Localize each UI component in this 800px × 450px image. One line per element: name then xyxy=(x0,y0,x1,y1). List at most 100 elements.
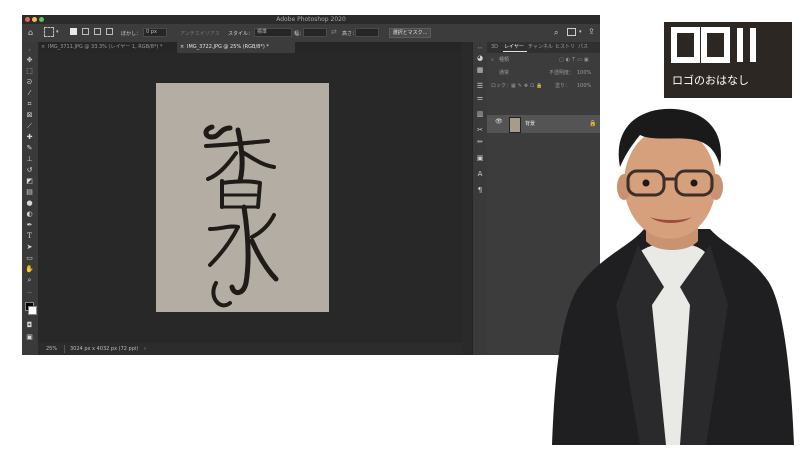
presenter-illustration xyxy=(552,108,794,445)
healing-icon[interactable]: ✚ xyxy=(25,133,34,141)
tab-history[interactable]: ヒストリ xyxy=(555,42,575,53)
blur-icon[interactable]: ● xyxy=(25,199,34,207)
share-icon[interactable]: ⇪ xyxy=(588,27,595,36)
maximize-window-button[interactable] xyxy=(39,17,44,22)
options-bar: ⌂ ▾ ぼかし： 0 px アンチエイリアス スタイル： 標準 幅： ⇄ 高さ：… xyxy=(22,24,600,43)
eye-icon[interactable]: 👁 xyxy=(495,118,503,125)
type-icon[interactable]: T xyxy=(25,232,34,240)
layer-name[interactable]: 背景 xyxy=(525,115,535,133)
style-label: スタイル： xyxy=(228,31,254,37)
status-divider xyxy=(64,345,65,353)
app-title: Adobe Photoshop 2020 xyxy=(276,16,346,23)
tool-presets-icon[interactable]: ✂ xyxy=(476,126,484,134)
lasso-icon[interactable]: ᘐ xyxy=(25,78,34,86)
status-menu-arrow[interactable]: › xyxy=(144,343,146,355)
photoshop-window: Adobe Photoshop 2020 ⌂ ▾ ぼかし： 0 px アンチエイ… xyxy=(22,15,600,355)
feather-input[interactable]: 0 px xyxy=(143,28,167,37)
workspace-icon[interactable] xyxy=(567,28,576,36)
tab-label: IMG_3722.JPG @ 25% (RGB/8*) * xyxy=(187,44,269,50)
status-bar: 25% 3024 px x 4032 px (72 ppi) › xyxy=(38,343,462,355)
lock-row: ロック： ▦✎✥⊡🔒 塗り： 100% xyxy=(489,82,598,91)
swap-icon[interactable]: ⇄ xyxy=(331,28,337,36)
intersect-selection-icon[interactable] xyxy=(106,28,113,35)
tab-img-3722[interactable]: × IMG_3722.JPG @ 25% (RGB/8*) * xyxy=(177,42,295,53)
fill-value[interactable]: 100% xyxy=(577,82,591,91)
paragraph-icon[interactable]: ¶ xyxy=(476,186,484,194)
blend-mode-select[interactable]: 通常 xyxy=(499,69,509,78)
layer-thumbnail xyxy=(509,117,521,133)
dodge-icon[interactable]: ◐ xyxy=(25,210,34,218)
kind-filter-select[interactable]: 種類 xyxy=(499,56,509,65)
fill-label: 塗り： xyxy=(555,83,571,89)
quick-mask-icon[interactable]: ◘ xyxy=(25,321,34,329)
zoom-icon[interactable]: ⌕ xyxy=(25,276,34,284)
marquee-icon[interactable]: ⬚ xyxy=(25,67,34,75)
style-select[interactable]: 標準 xyxy=(254,28,292,37)
collapsed-panels: «« ◕ ▦ ☰ ⚌ ▥ ✂ ✏ ▣ A ¶ xyxy=(472,42,488,355)
swatches-icon[interactable]: ▦ xyxy=(476,66,484,74)
lock-label: ロック： xyxy=(491,83,512,89)
canvas-area[interactable]: 香水 xyxy=(38,53,462,343)
tab-img-3711[interactable]: × IMG_3711.JPG @ 33.3% (レイヤー 1, RGB/8*) … xyxy=(38,42,176,53)
brush-icon[interactable]: ✎ xyxy=(25,144,34,152)
tab-3d[interactable]: 3D xyxy=(491,42,498,53)
tab-channels[interactable]: チャンネル xyxy=(528,42,553,53)
close-window-button[interactable] xyxy=(25,17,30,22)
minimize-window-button[interactable] xyxy=(32,17,37,22)
add-selection-icon[interactable] xyxy=(82,28,89,35)
eraser-icon[interactable]: ◩ xyxy=(25,177,34,185)
height-input[interactable] xyxy=(355,28,379,37)
magic-wand-icon[interactable]: ⁄ xyxy=(25,89,34,97)
tab-paths[interactable]: パス xyxy=(578,42,588,53)
character-icon[interactable]: A xyxy=(476,170,484,178)
tab-label: IMG_3711.JPG @ 33.3% (レイヤー 1, RGB/8*) * xyxy=(48,44,163,50)
subtract-selection-icon[interactable] xyxy=(94,28,101,35)
panel-tabs: 3D レイヤー チャンネル ヒストリ パス xyxy=(487,42,600,53)
color-panel-icon[interactable]: ◕ xyxy=(476,54,484,62)
layer-filter-row: ⌕ 種類 ▢◐T▭▣ xyxy=(489,56,598,65)
new-selection-icon[interactable] xyxy=(70,28,77,35)
eyedropper-icon[interactable]: ⟋ xyxy=(25,122,34,130)
libraries-icon[interactable]: ▥ xyxy=(476,110,484,118)
expand-panels-icon[interactable]: «« xyxy=(476,44,484,52)
brushes-icon[interactable]: ✏ xyxy=(476,138,484,146)
adjustments-icon[interactable]: ⚌ xyxy=(476,94,484,102)
opacity-value[interactable]: 100% xyxy=(577,69,591,78)
close-icon[interactable]: × xyxy=(180,42,184,53)
move-tool-icon[interactable]: ✥ xyxy=(25,56,34,64)
workspace-chevron-icon[interactable]: ▾ xyxy=(579,29,582,35)
properties-icon[interactable]: ☰ xyxy=(476,82,484,90)
antialias-checkbox-label[interactable]: アンチエイリアス xyxy=(180,30,220,37)
search-icon[interactable]: ⌕ xyxy=(491,56,494,65)
more-tools-icon[interactable]: ··· xyxy=(25,289,34,297)
zoom-level[interactable]: 25% xyxy=(46,343,57,355)
hand-icon[interactable]: ✋ xyxy=(25,265,34,273)
title-bar: Adobe Photoshop 2020 xyxy=(22,15,600,24)
stamp-icon[interactable]: ⊥ xyxy=(25,155,34,163)
marquee-preset-icon[interactable] xyxy=(44,27,54,37)
width-input[interactable] xyxy=(303,28,327,37)
filter-icons[interactable]: ▢◐T▭▣ xyxy=(559,56,591,65)
search-icon[interactable]: ⌕ xyxy=(554,28,558,38)
tools-panel: » ✥ ⬚ ᘐ ⁄ ⌗ ⊠ ⟋ ✚ ✎ ⊥ ↺ ◩ ▤ ● ◐ ✒ T ➤ ▭ … xyxy=(22,42,39,355)
crop-icon[interactable]: ⌗ xyxy=(25,100,34,108)
rectangle-icon[interactable]: ▭ xyxy=(25,254,34,262)
chevron-down-icon[interactable]: ▾ xyxy=(56,29,59,35)
background-color-swatch[interactable] xyxy=(28,306,37,315)
collapse-toolbar-icon[interactable]: » xyxy=(25,46,34,54)
pen-icon[interactable]: ✒ xyxy=(25,221,34,229)
gradient-icon[interactable]: ▤ xyxy=(25,188,34,196)
select-and-mask-button[interactable]: 選択とマスク... xyxy=(389,28,431,38)
document-canvas[interactable]: 香水 xyxy=(156,83,329,312)
frame-icon[interactable]: ⊠ xyxy=(25,111,34,119)
home-icon[interactable]: ⌂ xyxy=(28,28,33,37)
path-select-icon[interactable]: ➤ xyxy=(25,243,34,251)
lock-icons[interactable]: ▦✎✥⊡🔒 xyxy=(511,82,545,91)
logo-caption: ロゴのおはなし xyxy=(672,74,749,87)
close-icon[interactable]: × xyxy=(41,42,45,53)
vertical-scrollbar[interactable] xyxy=(462,42,472,355)
history-brush-icon[interactable]: ↺ xyxy=(25,166,34,174)
calligraphy-artwork: 香水 xyxy=(203,124,279,308)
screen-mode-icon[interactable]: ▣ xyxy=(25,333,34,341)
actions-icon[interactable]: ▣ xyxy=(476,154,484,162)
